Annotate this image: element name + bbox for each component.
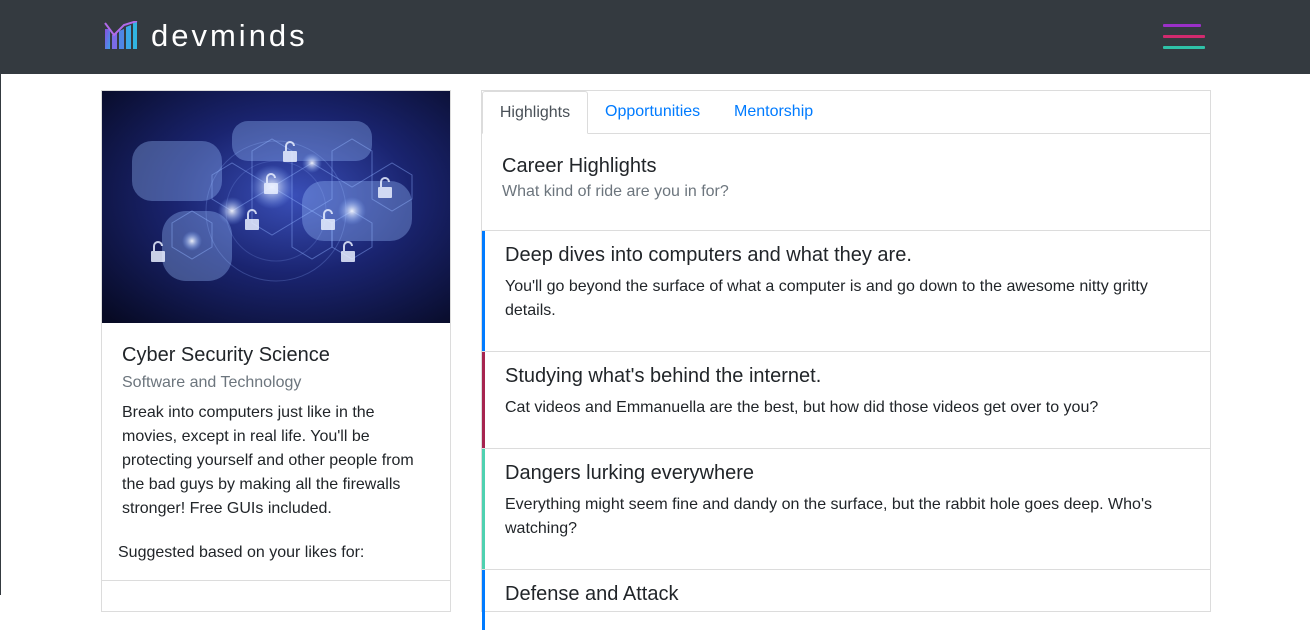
item-accent-bar bbox=[482, 231, 485, 352]
brand-link[interactable]: devminds bbox=[104, 18, 308, 54]
tab-mentorship[interactable]: Mentorship bbox=[734, 91, 813, 133]
course-description: Break into computers just like in the mo… bbox=[122, 404, 414, 517]
item-title: Dangers lurking everywhere bbox=[505, 462, 755, 484]
list-item: Deep dives into computers and what they … bbox=[482, 230, 1210, 352]
devminds-logo-icon bbox=[104, 21, 138, 49]
highlights-title: Career Highlights bbox=[502, 155, 657, 177]
item-accent-bar bbox=[482, 352, 485, 449]
course-image bbox=[102, 91, 450, 323]
hamburger-icon bbox=[1163, 24, 1201, 27]
course-card: Cyber Security Science Software and Tech… bbox=[101, 90, 451, 612]
list-item: Studying what's behind the internet. Cat… bbox=[482, 351, 1210, 449]
hamburger-line bbox=[1163, 35, 1205, 38]
top-navbar: devminds bbox=[0, 0, 1310, 74]
item-accent-bar bbox=[482, 570, 485, 630]
list-item: Defense and Attack bbox=[482, 569, 1210, 630]
brand-name: devminds bbox=[151, 18, 308, 53]
menu-toggle-button[interactable] bbox=[1161, 22, 1207, 52]
item-title: Studying what's behind the internet. bbox=[505, 365, 822, 387]
course-title: Cyber Security Science bbox=[122, 344, 330, 366]
hamburger-line bbox=[1163, 46, 1205, 49]
item-title: Defense and Attack bbox=[505, 583, 679, 605]
item-text: You'll go beyond the surface of what a c… bbox=[505, 278, 1148, 319]
list-item: Dangers lurking everywhere Everything mi… bbox=[482, 448, 1210, 570]
item-title: Deep dives into computers and what they … bbox=[505, 244, 912, 266]
career-panel: Highlights Opportunities Mentorship Care… bbox=[481, 90, 1211, 630]
item-text: Cat videos and Emmanuella are the best, … bbox=[505, 399, 1099, 416]
suggested-label: Suggested based on your likes for: bbox=[118, 544, 365, 561]
tab-bar: Highlights Opportunities Mentorship bbox=[482, 91, 1210, 134]
item-text: Everything might seem fine and dandy on … bbox=[505, 496, 1153, 537]
course-category: Software and Technology bbox=[122, 374, 302, 391]
item-accent-bar bbox=[482, 449, 485, 570]
tab-opportunities[interactable]: Opportunities bbox=[605, 91, 700, 133]
card-divider bbox=[102, 580, 450, 581]
highlights-subtitle: What kind of ride are you in for? bbox=[502, 183, 729, 200]
page-left-border bbox=[0, 0, 1, 595]
tab-highlights[interactable]: Highlights bbox=[482, 91, 588, 134]
